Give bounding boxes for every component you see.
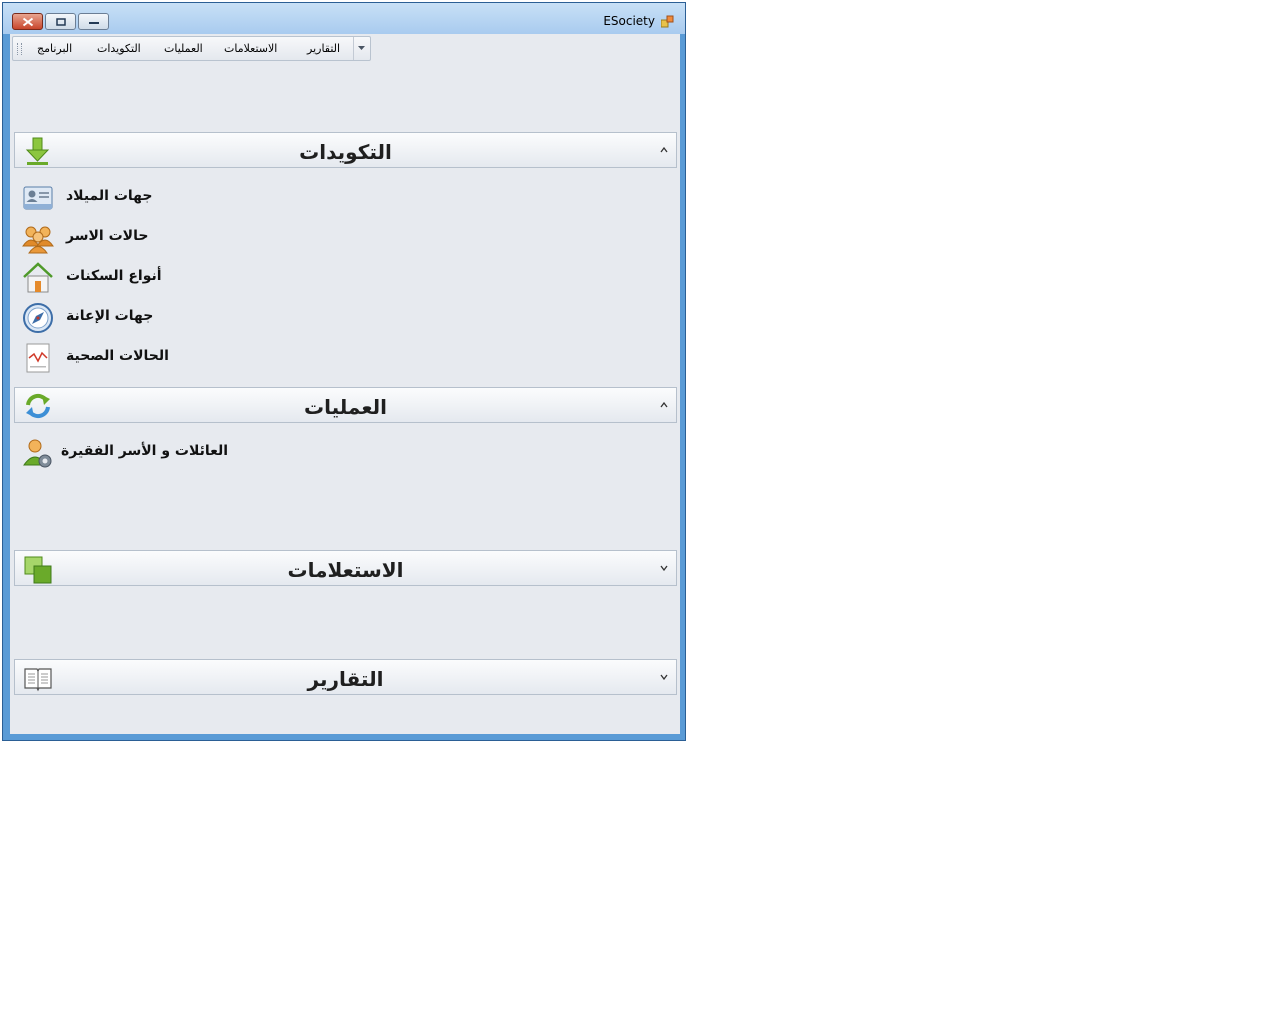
compass-icon xyxy=(23,303,53,333)
group-header-queries[interactable]: الاستعلامات xyxy=(14,550,677,586)
chevron-down-icon[interactable] xyxy=(660,674,668,680)
group-title-queries: الاستعلامات xyxy=(287,558,404,582)
id-card-icon xyxy=(23,186,53,210)
nav-item-label: الحالات الصحية xyxy=(66,348,169,364)
nav-item-label: جهات الميلاد xyxy=(66,188,153,204)
title-bar[interactable]: ESociety xyxy=(3,3,685,34)
group-title-operations: العمليات xyxy=(304,395,387,419)
window-title: ESociety xyxy=(603,14,655,28)
group-header-operations[interactable]: العمليات xyxy=(14,387,677,423)
app-icon xyxy=(661,15,674,28)
house-icon xyxy=(23,262,53,293)
nav-item-housing-types[interactable]: أنواع السكنات xyxy=(22,262,422,294)
menu-overflow-button[interactable] xyxy=(353,37,370,60)
close-button[interactable] xyxy=(12,13,43,30)
chevron-up-icon[interactable] xyxy=(660,402,668,408)
group-header-codings[interactable]: التكويدات xyxy=(14,132,677,168)
menu-bar: البرنامج التكويدات العمليات الاستعلامات … xyxy=(12,36,371,61)
nav-item-aid-providers[interactable]: جهات الإعانة xyxy=(22,302,422,334)
chevron-down-icon[interactable] xyxy=(660,565,668,571)
nav-item-label: جهات الإعانة xyxy=(66,308,154,324)
menu-item-queries[interactable]: الاستعلامات xyxy=(224,42,277,55)
health-chart-icon xyxy=(26,343,50,373)
main-panel: البرنامج التكويدات العمليات الاستعلامات … xyxy=(10,34,680,734)
chevron-down-icon xyxy=(358,46,365,50)
nav-item-label: العائلات و الأسر الفقيرة xyxy=(61,443,229,459)
group-title-codings: التكويدات xyxy=(299,140,392,164)
menu-item-reports[interactable]: التقارير xyxy=(307,42,340,55)
toolbar-grip[interactable] xyxy=(17,43,22,55)
maximize-button[interactable] xyxy=(45,13,76,30)
people-group-icon xyxy=(22,226,54,254)
menu-item-operations[interactable]: العمليات xyxy=(164,42,203,55)
nav-item-health-statuses[interactable]: الحالات الصحية xyxy=(22,342,422,374)
maximize-icon xyxy=(55,17,66,26)
nav-item-label: أنواع السكنات xyxy=(66,268,162,284)
nav-item-label: حالات الاسر xyxy=(66,228,149,244)
nav-item-family-statuses[interactable]: حالات الاسر xyxy=(22,222,422,254)
menu-item-program[interactable]: البرنامج xyxy=(37,42,72,55)
menu-item-codings[interactable]: التكويدات xyxy=(97,42,141,55)
nav-item-birth-places[interactable]: جهات الميلاد xyxy=(22,182,422,214)
application-window: ESociety البرنامج التكويدات العمليات الا… xyxy=(2,2,686,741)
minimize-button[interactable] xyxy=(78,13,109,30)
group-title-reports: التقارير xyxy=(307,667,384,691)
chevron-up-icon[interactable] xyxy=(660,147,668,153)
close-icon xyxy=(22,17,33,26)
user-settings-icon xyxy=(23,439,52,468)
minimize-icon xyxy=(88,21,99,24)
group-header-reports[interactable]: التقارير xyxy=(14,659,677,695)
nav-item-poor-families[interactable]: العائلات و الأسر الفقيرة xyxy=(22,437,422,469)
